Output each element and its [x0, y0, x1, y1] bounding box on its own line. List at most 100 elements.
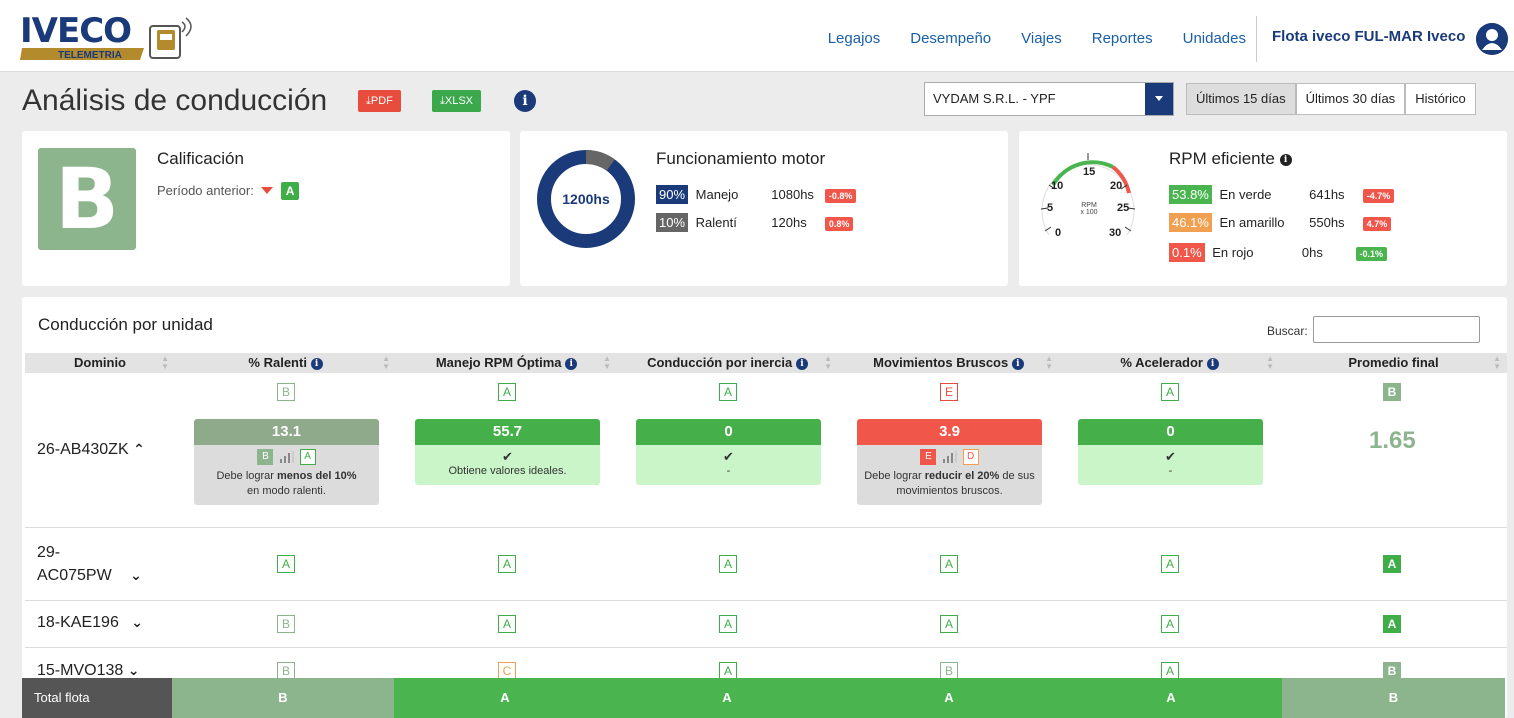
table-title: Conducción por unidad [38, 315, 213, 334]
col-dominio[interactable]: Dominio ▲ ▼ [25, 353, 175, 373]
gauge-tick-30: 30 [1109, 227, 1121, 239]
chevron-down-icon[interactable]: ⌄ [130, 564, 142, 586]
fleet-total-label: Total flota [22, 678, 172, 718]
nav-unidades[interactable]: Unidades [1183, 30, 1246, 47]
col-acelerador[interactable]: % Acelerador i ▲ ▼ [1059, 353, 1280, 373]
gauge-unit: RPM [1081, 202, 1097, 209]
trend-down-icon [261, 187, 274, 194]
grade-acelerador: A [1161, 555, 1179, 573]
metric-ralenti: 13.1 B A Debe lograr menos del 10% en mo… [194, 419, 379, 505]
rpm-row-rojo: 0.1% En rojo 0hs -0.1% [1169, 243, 1388, 262]
motor-donut-chart: 1200hs [537, 150, 635, 248]
trend-letters: B A [200, 449, 373, 465]
previous-period: Período anterior: A [157, 182, 300, 200]
period-30-days[interactable]: Últimos 30 días [1295, 83, 1406, 115]
sort-icon: ▲ ▼ [1266, 354, 1274, 371]
iveco-logo[interactable]: IVECO TELEMETRIA [20, 12, 205, 62]
period-historico[interactable]: Histórico [1405, 83, 1476, 115]
total-promedio: B [1282, 678, 1505, 718]
col-rpm-optima[interactable]: Manejo RPM Óptima i ▲ ▼ [396, 353, 617, 373]
col-inercia[interactable]: Conducción por inercia i ▲ ▼ [617, 353, 838, 373]
info-icon[interactable]: i [1279, 153, 1292, 166]
check-icon: ✔ [723, 449, 734, 464]
info-icon[interactable]: i [565, 357, 578, 370]
dropdown-caret-icon[interactable] [1145, 83, 1173, 115]
nav-divider [1256, 16, 1257, 62]
search-input[interactable] [1313, 316, 1480, 343]
period-filter: Últimos 15 días Últimos 30 días Históric… [1186, 83, 1476, 115]
sort-icon: ▲ ▼ [161, 354, 169, 371]
table-row[interactable]: 29- AC075PW ⌄ A A A A A A [25, 528, 1507, 601]
period-15-days[interactable]: Últimos 15 días [1186, 83, 1296, 115]
rating-card: B Calificación Período anterior: A [22, 131, 510, 286]
svg-text:IVECO: IVECO [20, 12, 131, 51]
table-header: Dominio ▲ ▼ % Ralenti i ▲ ▼ Manejo RPM Óptim… [25, 353, 1507, 373]
grade-bruscos: E [940, 383, 958, 401]
gauge-tick-0: 0 [1055, 227, 1061, 239]
check-icon: ✔ [1165, 449, 1176, 464]
fleet-name[interactable]: Flota iveco FUL-MAR Iveco [1272, 28, 1465, 45]
motor-card: 1200hs Funcionamiento motor 90% Manejo 1… [520, 131, 1008, 286]
grade-inercia: A [719, 383, 737, 401]
trend-letters: E D [863, 449, 1036, 465]
fleet-total-footer: Total flota B A A A A B [22, 678, 1507, 718]
signal-bars-icon [279, 451, 294, 463]
sort-icon: ▲ ▼ [603, 354, 611, 371]
rpm-row-verde: 53.8% En verde 641hs -4.7% [1169, 185, 1395, 204]
nav-reportes[interactable]: Reportes [1092, 30, 1153, 47]
gauge-tick-15: 15 [1083, 166, 1095, 178]
total-acelerador: A [1060, 678, 1282, 718]
info-icon[interactable]: i [1206, 357, 1219, 370]
grade-inercia: A [719, 555, 737, 573]
xlsx-export-button[interactable]: ⤓XLSX [432, 90, 482, 112]
motor-row-ralenti: 10% Ralentí 120hs 0.8% [656, 213, 854, 232]
grade-acelerador: A [1161, 615, 1179, 633]
total-ralenti: B [172, 678, 394, 718]
rpm-row-amarillo: 46.1% En amarillo 550hs 4.7% [1169, 213, 1392, 232]
rpm-gauge: 0 5 10 15 20 25 30 RPM x 100 [1040, 153, 1136, 239]
rpm-card: 0 5 10 15 20 25 30 RPM x 100 RPM eficien… [1019, 131, 1507, 286]
info-icon[interactable]: i [310, 357, 323, 370]
average-score: 1.65 [1369, 427, 1416, 454]
metric-bruscos: 3.9 E D Debe lograr reducir el 20% de su… [857, 419, 1042, 505]
nav-desempeno[interactable]: Desempeño [910, 30, 991, 47]
total-bruscos: A [838, 678, 1060, 718]
col-bruscos[interactable]: Movimientos Bruscos i ▲ ▼ [838, 353, 1059, 373]
previous-grade: A [281, 182, 300, 200]
nav-legajos[interactable]: Legajos [828, 30, 881, 47]
col-promedio[interactable]: Promedio final ▲ ▼ [1280, 353, 1507, 373]
row-domain: 26-AB430ZK ⌃ [37, 441, 145, 458]
grade-bruscos: A [940, 615, 958, 633]
svg-text:TELEMETRIA: TELEMETRIA [58, 50, 122, 61]
chevron-up-icon[interactable]: ⌃ [133, 441, 145, 458]
company-select[interactable]: VYDAM S.R.L. - YPF [924, 82, 1174, 116]
grade-bruscos: A [940, 555, 958, 573]
search-label: Buscar: [1267, 324, 1308, 338]
metric-acelerador: 0 ✔ - [1078, 419, 1263, 485]
metric-inercia: 0 ✔ - [636, 419, 821, 485]
table-row[interactable]: 18-KAE196 ⌄ B A A A A A [25, 601, 1507, 648]
nav-viajes[interactable]: Viajes [1021, 30, 1062, 47]
signal-bars-icon [942, 451, 957, 463]
chevron-down-icon[interactable]: ⌄ [131, 614, 143, 631]
sort-icon: ▲ ▼ [1045, 354, 1053, 371]
row-domain: 18-KAE196 ⌄ [37, 614, 144, 631]
info-icon[interactable]: i [1011, 357, 1024, 370]
gauge-tick-10: 10 [1051, 180, 1063, 192]
sort-icon: ▲ ▼ [382, 354, 390, 371]
grade-ralenti: B [277, 615, 295, 633]
sort-icon: ▲ ▼ [824, 354, 832, 371]
rating-grade: B [38, 148, 136, 250]
gauge-tick-25: 25 [1117, 202, 1129, 214]
grade-ralenti: A [277, 555, 295, 573]
user-icon[interactable] [1476, 23, 1508, 55]
col-ralenti[interactable]: % Ralenti i ▲ ▼ [175, 353, 396, 373]
grade-acelerador: A [1161, 383, 1179, 401]
chevron-down-icon[interactable]: ⌄ [128, 662, 140, 679]
gauge-tick-5: 5 [1047, 202, 1053, 214]
info-icon[interactable]: i [795, 357, 808, 370]
table-row-expanded[interactable]: 26-AB430ZK ⌃ B A A E A B 13.1 B A Debe l… [25, 373, 1507, 528]
grade-rpm: A [498, 555, 516, 573]
pdf-export-button[interactable]: ⤓PDF [358, 90, 401, 112]
info-icon[interactable]: i [514, 90, 536, 112]
